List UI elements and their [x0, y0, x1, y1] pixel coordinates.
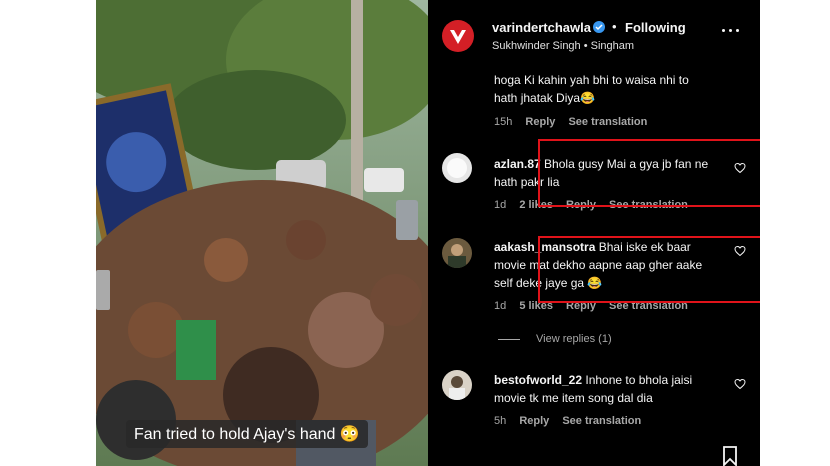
see-translation-button[interactable]: See translation: [562, 415, 641, 427]
comment-time: 15h: [494, 116, 513, 128]
view-replies-line: [498, 339, 520, 340]
comment-text: bestofworld_22 Inhone to bhola jaisi mov…: [494, 371, 714, 407]
comment-avatar[interactable]: [442, 370, 472, 400]
see-translation-button[interactable]: See translation: [568, 116, 647, 128]
following-button[interactable]: Following: [625, 20, 686, 35]
reply-button[interactable]: Reply: [525, 116, 555, 128]
post-username[interactable]: varindertchawla: [492, 20, 591, 35]
brand-logo-icon[interactable]: [442, 20, 474, 52]
more-options-icon[interactable]: [720, 26, 742, 36]
comment-text: hoga Ki kahin yah bhi to waisa nhi to ha…: [494, 73, 689, 105]
comment-time: 1d: [494, 199, 507, 211]
comment-avatar[interactable]: [442, 238, 472, 268]
comment-meta: 15h Reply See translation: [494, 116, 657, 128]
heart-icon[interactable]: [734, 378, 746, 390]
verified-badge-icon: [593, 21, 605, 33]
comment-meta: 5h Reply See translation: [494, 415, 651, 427]
post-modal: Fan tried to hold Ajay's hand 😳 varinder…: [96, 0, 760, 466]
reply-button[interactable]: Reply: [519, 415, 549, 427]
comment-time: 1d: [494, 300, 507, 312]
highlight-box: [538, 236, 760, 303]
post-video[interactable]: Fan tried to hold Ajay's hand 😳: [96, 0, 428, 466]
header-separator: •: [612, 19, 617, 34]
bookmark-icon[interactable]: [723, 446, 737, 466]
highlight-box: [538, 139, 760, 207]
video-frame-illustration: [96, 0, 428, 466]
comment-avatar[interactable]: [442, 153, 472, 183]
view-replies-button[interactable]: View replies (1): [536, 333, 612, 345]
audio-subtitle[interactable]: Sukhwinder Singh • Singham: [492, 40, 634, 52]
comment-username[interactable]: bestofworld_22: [494, 373, 582, 387]
comment-username[interactable]: azlan.87: [494, 157, 541, 171]
comments-panel: varindertchawla • Following Sukhwinder S…: [428, 0, 760, 466]
post-header: varindertchawla • Following Sukhwinder S…: [428, 0, 760, 62]
video-caption: Fan tried to hold Ajay's hand 😳: [126, 420, 368, 448]
comment-time: 5h: [494, 415, 507, 427]
